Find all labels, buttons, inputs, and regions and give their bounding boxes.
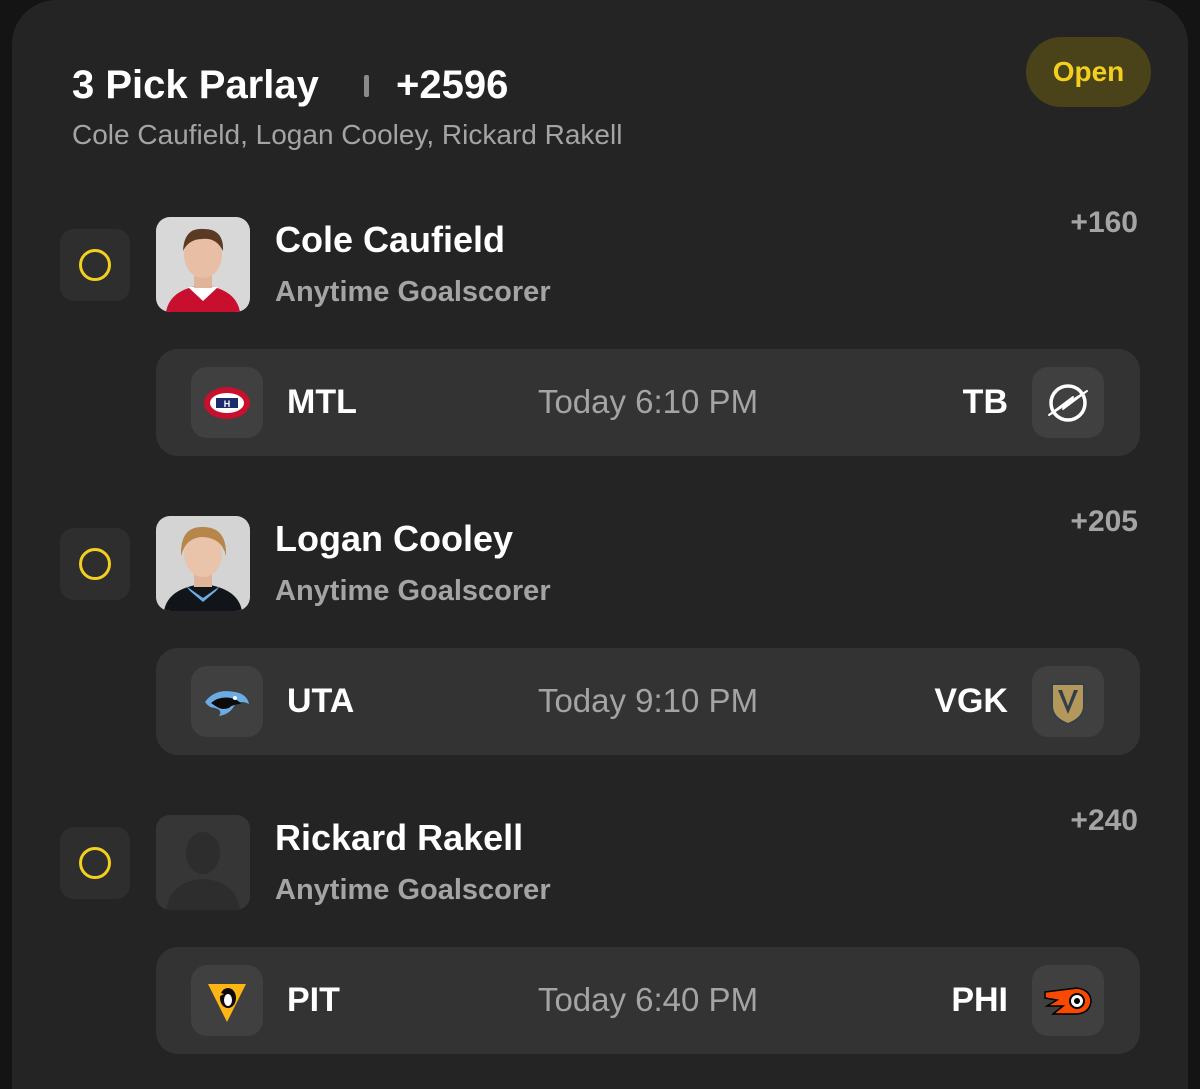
pick-status-toggle[interactable] [60,827,130,899]
pick-odds: +160 [1070,206,1138,239]
pick-odds: +240 [1070,804,1138,837]
player-avatar [156,217,250,312]
player-avatar-placeholder [156,815,250,910]
pick-row: Cole Caufield Anytime Goalscorer +160 H … [0,0,1200,456]
pick-status-toggle[interactable] [60,528,130,600]
player-name: Cole Caufield [275,219,506,260]
game-info[interactable]: PIT Today 6:40 PM PHI [156,947,1140,1054]
pick-status-toggle[interactable] [60,229,130,301]
open-circle-icon [79,847,111,879]
flyers-logo-icon [1032,965,1104,1036]
away-team: PHI [951,981,1008,1019]
market-label: Anytime Goalscorer [275,874,551,906]
open-circle-icon [79,548,111,580]
pick-odds: +205 [1070,505,1138,538]
open-circle-icon [79,249,111,281]
player-avatar [156,516,250,611]
pick-row: Logan Cooley Anytime Goalscorer +205 UTA… [0,299,1200,755]
pick-row: Rickard Rakell Anytime Goalscorer +240 P… [0,598,1200,1054]
player-name: Logan Cooley [275,518,514,559]
player-name: Rickard Rakell [275,817,524,858]
